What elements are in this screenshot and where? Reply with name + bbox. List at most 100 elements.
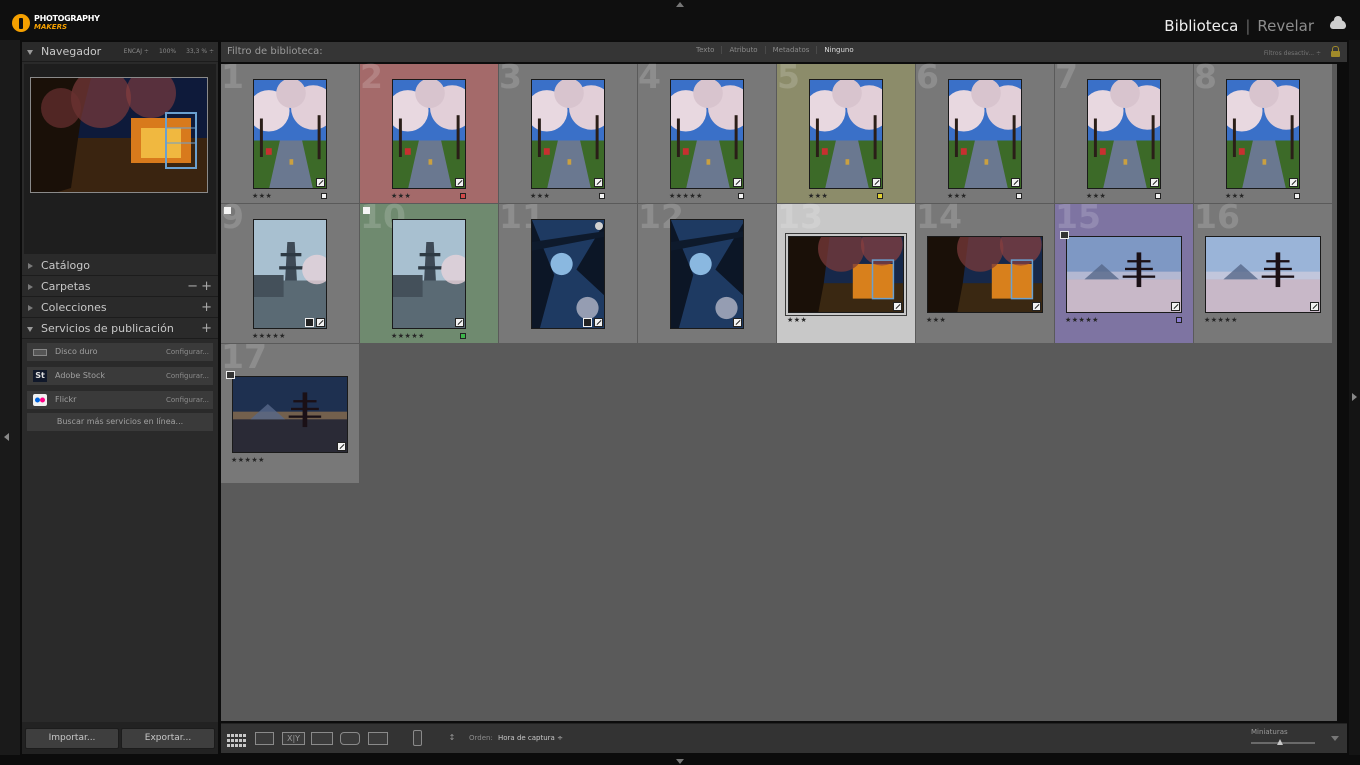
- thumbnail-image[interactable]: [1205, 236, 1321, 313]
- thumbnail-image[interactable]: [948, 79, 1022, 189]
- configure-link[interactable]: Configurar...: [166, 367, 209, 385]
- survey-view-icon[interactable]: [311, 732, 333, 745]
- star-rating[interactable]: ★★★: [787, 316, 807, 324]
- publish-item-adobe-stock[interactable]: St Adobe Stock Configurar...: [26, 366, 214, 386]
- develop-adjustments-icon[interactable]: [893, 302, 902, 311]
- compare-view-icon[interactable]: X|Y: [282, 732, 305, 745]
- develop-adjustments-icon[interactable]: [316, 318, 325, 327]
- thumbnail-cell[interactable]: 2 ★★★: [360, 60, 498, 203]
- develop-adjustments-icon[interactable]: [337, 442, 346, 451]
- publish-item-flickr[interactable]: Flickr Configurar...: [26, 390, 214, 410]
- pick-flag-icon[interactable]: [224, 207, 231, 214]
- thumbnail-cell[interactable]: 13 ★★★: [777, 200, 915, 343]
- import-button[interactable]: Importar...: [25, 728, 119, 749]
- thumbnail-cell[interactable]: 11: [499, 200, 637, 343]
- thumbnail-cell[interactable]: 14 ★★★: [916, 200, 1054, 343]
- develop-adjustments-icon[interactable]: [455, 318, 464, 327]
- thumbnail-cell[interactable]: 7 ★★★: [1055, 60, 1193, 203]
- thumbnail-image[interactable]: [1087, 79, 1161, 189]
- thumbnail-cell[interactable]: 15 ★★★★★: [1055, 200, 1193, 343]
- module-library[interactable]: Biblioteca: [1164, 17, 1238, 35]
- thumbnail-image[interactable]: [1066, 236, 1182, 313]
- configure-link[interactable]: Configurar...: [166, 391, 209, 409]
- crop-icon[interactable]: [583, 318, 592, 327]
- spray-can-icon[interactable]: [413, 730, 422, 746]
- color-label-icon[interactable]: [1155, 193, 1161, 199]
- add-publish-service-button[interactable]: +: [201, 319, 212, 339]
- thumbnail-cell[interactable]: 8 ★★★: [1194, 60, 1332, 203]
- toolbar-menu-chevron-icon[interactable]: [1331, 736, 1339, 741]
- module-develop[interactable]: Revelar: [1257, 17, 1314, 35]
- develop-adjustments-icon[interactable]: [1150, 178, 1159, 187]
- thumbnail-cell[interactable]: 17 ★★★★★: [221, 340, 359, 483]
- filter-tab-none[interactable]: Ninguno: [817, 46, 860, 54]
- navigator-preview-image[interactable]: [30, 77, 208, 193]
- thumbnail-image[interactable]: [531, 219, 605, 329]
- thumbnail-image[interactable]: [785, 233, 907, 316]
- thumbnail-cell[interactable]: 6 ★★★: [916, 60, 1054, 203]
- color-label-icon[interactable]: [460, 193, 466, 199]
- find-more-services-button[interactable]: Buscar más servicios en línea...: [26, 412, 214, 432]
- grid-view-icon[interactable]: [227, 732, 247, 747]
- thumbnail-image[interactable]: [392, 219, 466, 329]
- thumbnail-image[interactable]: [670, 219, 744, 329]
- thumbnail-cell[interactable]: 12: [638, 200, 776, 343]
- thumbnail-cell[interactable]: 9 ★★★★★: [221, 200, 359, 343]
- top-panel-toggle-icon[interactable]: [676, 2, 684, 7]
- develop-adjustments-icon[interactable]: [872, 178, 881, 187]
- people-view-icon[interactable]: [340, 732, 360, 745]
- develop-adjustments-icon[interactable]: [594, 178, 603, 187]
- thumbnail-cell[interactable]: 3 ★★★: [499, 60, 637, 203]
- thumbnail-image[interactable]: [531, 79, 605, 189]
- filter-tab-attribute[interactable]: Atributo: [722, 46, 766, 54]
- virtual-copy-icon[interactable]: [1060, 231, 1069, 239]
- thumbnail-image[interactable]: [927, 236, 1043, 313]
- publish-item-hard-drive[interactable]: Disco duro Configurar...: [26, 342, 214, 362]
- star-rating[interactable]: ★★★★★: [1065, 316, 1099, 324]
- thumbnail-cell[interactable]: 10 ★★★★★: [360, 200, 498, 343]
- develop-adjustments-icon[interactable]: [1289, 178, 1298, 187]
- pick-flag-icon[interactable]: [363, 207, 370, 214]
- color-label-icon[interactable]: [599, 193, 605, 199]
- thumbnail-image[interactable]: [253, 79, 327, 189]
- develop-adjustments-icon[interactable]: [1310, 302, 1319, 311]
- develop-adjustments-icon[interactable]: [1011, 178, 1020, 187]
- catalog-header[interactable]: Catálogo: [22, 256, 218, 276]
- right-panel-toggle-icon[interactable]: [1352, 393, 1357, 401]
- develop-adjustments-icon[interactable]: [594, 318, 603, 327]
- develop-adjustments-icon[interactable]: [455, 178, 464, 187]
- thumbnail-image[interactable]: [670, 79, 744, 189]
- cloud-sync-icon[interactable]: [1330, 16, 1346, 29]
- thumbnail-cell[interactable]: 16 ★★★★★: [1194, 200, 1332, 343]
- thumbnail-image[interactable]: [809, 79, 883, 189]
- develop-adjustments-icon[interactable]: [1032, 302, 1041, 311]
- color-label-icon[interactable]: [877, 193, 883, 199]
- star-rating[interactable]: ★★★★★: [1204, 316, 1238, 324]
- color-label-icon[interactable]: [1176, 317, 1182, 323]
- develop-adjustments-icon[interactable]: [316, 178, 325, 187]
- left-panel-toggle-icon[interactable]: [4, 433, 9, 441]
- color-label-icon[interactable]: [1294, 193, 1300, 199]
- folders-header[interactable]: Carpetas − +: [22, 277, 218, 297]
- sort-direction-icon[interactable]: ↕: [441, 732, 463, 745]
- configure-link[interactable]: Configurar...: [166, 343, 209, 361]
- color-label-icon[interactable]: [738, 193, 744, 199]
- sort-select[interactable]: Hora de captura ÷: [498, 734, 563, 742]
- filter-preset-select[interactable]: Filtros desactiv... ÷: [1264, 50, 1321, 57]
- develop-adjustments-icon[interactable]: [1171, 302, 1180, 311]
- export-button[interactable]: Exportar...: [121, 728, 215, 749]
- filter-tab-metadata[interactable]: Metadatos: [766, 46, 818, 54]
- color-label-icon[interactable]: [460, 333, 466, 339]
- virtual-copy-icon[interactable]: [226, 371, 235, 379]
- color-label-icon[interactable]: [321, 193, 327, 199]
- develop-adjustments-icon[interactable]: [733, 318, 742, 327]
- loupe-view-icon[interactable]: [255, 732, 274, 745]
- filter-tab-text[interactable]: Texto: [689, 46, 723, 54]
- thumbnail-slider-knob[interactable]: [1277, 739, 1283, 745]
- zoom-100[interactable]: 100%: [159, 42, 176, 62]
- zoom-fit[interactable]: ENCAJ ÷: [124, 42, 149, 62]
- thumbnail-image[interactable]: [1226, 79, 1300, 189]
- collections-header[interactable]: Colecciones +: [22, 298, 218, 318]
- thumbnail-image[interactable]: [253, 219, 327, 329]
- lock-icon[interactable]: [1331, 46, 1340, 57]
